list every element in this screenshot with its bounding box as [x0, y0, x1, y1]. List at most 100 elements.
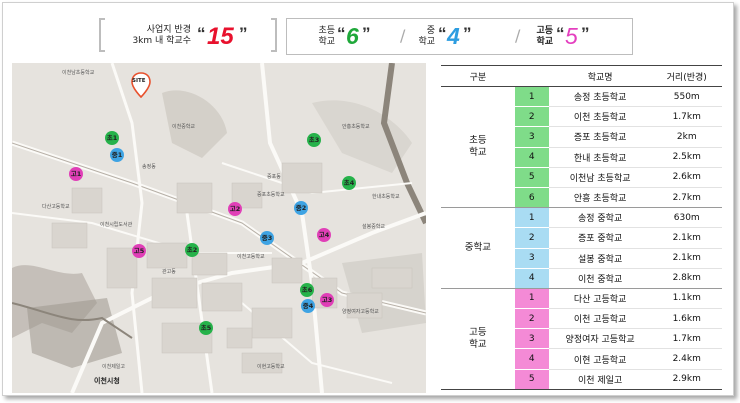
row-number: 4: [514, 147, 549, 168]
quote-close: ”: [239, 24, 248, 43]
map-pin-icon: [131, 72, 151, 99]
row-number: 6: [514, 187, 549, 209]
divider-slash: /: [400, 26, 406, 45]
group-high: 고등 학교: [441, 288, 515, 390]
place-label: 이현고등학교: [257, 364, 285, 370]
school-name: 송정 중학교: [548, 207, 652, 229]
quote-open: “: [337, 24, 346, 43]
place-label: 이천제일고: [102, 364, 126, 370]
school-name: 이천 제일고: [548, 369, 652, 390]
map-pin-elem-1[interactable]: 초1: [105, 131, 119, 145]
distance: 2.6km: [651, 167, 722, 188]
elem-label-1: 초등: [318, 26, 335, 36]
map-pin-mid-1[interactable]: 중1: [110, 148, 124, 162]
elem-label: 초등 학교: [309, 26, 335, 48]
place-label: 다산고등학교: [42, 204, 70, 210]
map-pin-high-2[interactable]: 고2: [228, 202, 242, 216]
quote-open: “: [197, 24, 206, 43]
school-name: 다산 고등학교: [548, 288, 652, 310]
mid-label: 중 학교: [409, 26, 435, 48]
quote-open: “: [438, 24, 447, 43]
school-name: 양정여자 고등학교: [548, 328, 652, 350]
school-name: 이천남 초등학교: [548, 167, 652, 188]
place-label: 이천남초등학교: [62, 70, 95, 76]
group-elementary: 초등 학교: [441, 86, 515, 209]
map-pin-elem-2[interactable]: 초2: [185, 243, 199, 257]
table-header-row: 구분 학교명 거리(반경): [441, 65, 722, 87]
school-name: 증포 중학교: [548, 227, 652, 249]
school-name: 이천 중학교: [548, 268, 652, 289]
place-label: 증포동: [267, 174, 281, 180]
school-name: 이천 초등학교: [548, 106, 652, 128]
distance: 2.8km: [651, 268, 722, 289]
place-label: 증포초등학교: [257, 192, 285, 198]
distance: 2.5km: [651, 147, 722, 168]
site-label: SITE: [132, 78, 146, 84]
school-type-summary-box: 초등 학교 “ 6 ” / 중 학교 “ 4 ” / 고등 학교 “ 5 ”: [286, 18, 633, 55]
quote-close: ”: [463, 24, 472, 43]
place-label: 설봉중학교: [362, 224, 386, 230]
place-label: 이천중학교: [172, 124, 196, 130]
school-name: 설봉 중학교: [548, 248, 652, 269]
map-pin-elem-3[interactable]: 초3: [307, 133, 321, 147]
infographic-frame: 사업지 반경 3km 내 학교수 “ 15 ” 초등 학교 “ 6 ” / 중 …: [2, 2, 734, 396]
map-pin-high-5[interactable]: 고5: [132, 244, 146, 258]
distance: 630m: [651, 207, 722, 229]
left-bracket: [99, 18, 105, 52]
summary-line-1: 사업지 반경: [146, 25, 191, 35]
row-number: 5: [514, 167, 549, 188]
row-number: 2: [514, 227, 549, 249]
row-number: 1: [514, 288, 549, 310]
place-label: 한내초등학교: [372, 194, 400, 200]
row-number: 3: [514, 328, 549, 350]
map-pin-mid-2[interactable]: 중2: [294, 201, 308, 215]
distance: 2.1km: [651, 248, 722, 269]
quote-close: ”: [362, 24, 371, 43]
table-row: 초등 학교 1 송정 초등학교 550m: [441, 86, 722, 209]
total-school-count: 15: [207, 23, 234, 50]
group-label-2: 학교: [469, 147, 487, 159]
map-pin-mid-4[interactable]: 중4: [301, 299, 315, 313]
map-pin-high-1[interactable]: 고1: [69, 167, 83, 181]
mid-label-2: 학교: [418, 37, 435, 47]
row-number: 3: [514, 248, 549, 269]
map-pin-high-3[interactable]: 고3: [320, 293, 334, 307]
row-number: 4: [514, 268, 549, 289]
mid-label-1: 중: [426, 26, 435, 36]
place-label: 안흥초등학교: [342, 124, 370, 130]
elem-label-2: 학교: [318, 37, 335, 47]
distance: 1.6km: [651, 308, 722, 330]
place-label: 이천고등학교: [237, 254, 265, 260]
school-name: 한내 초등학교: [548, 147, 652, 168]
place-label: 송정동: [142, 164, 156, 170]
school-name: 증포 초등학교: [548, 126, 652, 148]
city-hall-label: 이천시청: [94, 377, 120, 385]
mid-count: 4: [447, 23, 460, 49]
place-label: 이천시립도서관: [100, 222, 133, 228]
col-header-category: 구분: [441, 65, 515, 87]
distance: 2.1km: [651, 227, 722, 249]
quote-close: ”: [581, 24, 590, 43]
quote-open: “: [556, 24, 565, 43]
group-middle: 중학교: [441, 207, 515, 289]
group-label-2: 학교: [469, 338, 487, 350]
summary-line-2: 3km 내 학교수: [132, 36, 191, 46]
place-label: 양정여자고등학교: [342, 309, 379, 315]
site-marker[interactable]: SITE: [130, 72, 152, 99]
high-label: 고등 학교: [527, 26, 553, 48]
row-number: 1: [514, 86, 549, 108]
right-bracket: [271, 18, 277, 52]
map-pin-elem-5[interactable]: 초5: [199, 321, 213, 335]
school-name: 안흥 초등학교: [548, 187, 652, 209]
total-summary-box: 사업지 반경 3km 내 학교수 “ 15 ”: [99, 18, 277, 52]
map-pin-elem-6[interactable]: 초6: [300, 283, 314, 297]
area-map[interactable]: SITE 초1 중1 고1 초3 초4 고2 중2 중3 고4 고3 초2 초6…: [12, 63, 426, 393]
group-label-1: 초등: [469, 135, 487, 147]
map-pin-high-4[interactable]: 고4: [317, 228, 331, 242]
elem-count: 6: [346, 23, 359, 49]
map-pin-mid-3[interactable]: 중3: [260, 231, 274, 245]
map-pin-elem-4[interactable]: 초4: [342, 176, 356, 190]
place-label: 관고동: [162, 269, 176, 275]
col-header-distance: 거리(반경): [651, 65, 722, 87]
table-row: 고등 학교 1 다산 고등학교 1.1km: [441, 288, 722, 390]
